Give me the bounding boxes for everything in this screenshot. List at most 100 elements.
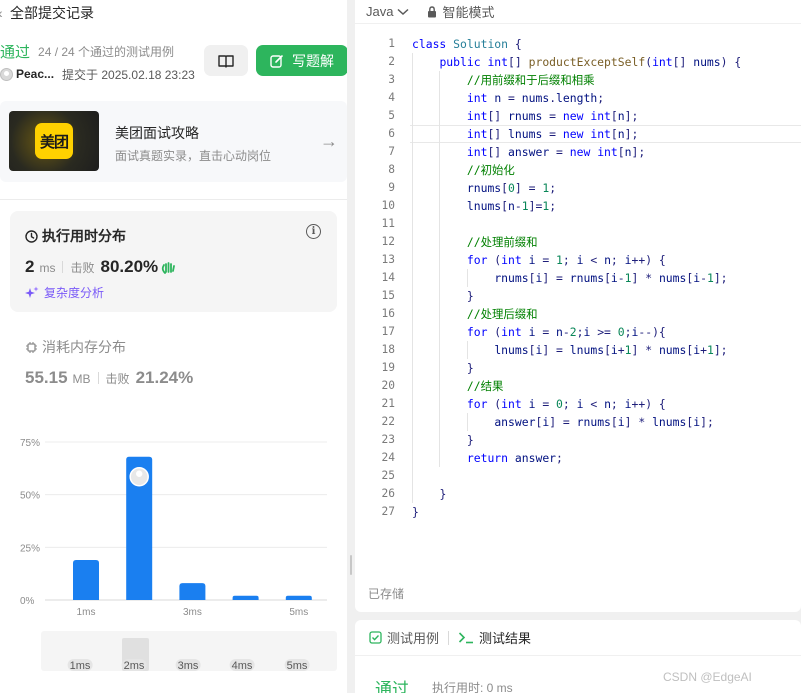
runtime-distribution-card[interactable]: 执行用时分布 i 2 ms 击败 80.20% 复杂度分析	[10, 211, 337, 312]
memory-title[interactable]: 消耗内存分布	[25, 337, 126, 357]
code-line[interactable]: 20 //结果	[355, 377, 801, 395]
result-status: 通过	[375, 680, 409, 693]
code-area[interactable]: 1 class Solution {2 public int[] productEx…	[355, 35, 801, 521]
ad-subtitle: 面试真题实录，直击心动岗位	[115, 149, 272, 163]
code-text: for (int i = 1; i < n; i++) {	[466, 253, 666, 267]
all-submissions-link[interactable]: 全部提交记录	[10, 3, 94, 23]
range-label: 1ms	[67, 659, 93, 672]
submit-time: 提交于 2025.02.18 23:23	[62, 67, 195, 82]
user-name[interactable]: Peac...	[16, 67, 54, 81]
runtime-value: 2	[25, 257, 35, 276]
code-line[interactable]: 27}	[355, 503, 801, 521]
code-line[interactable]: 5 int[] rnums = new int[n];	[355, 107, 801, 125]
tab-testcase-label: 测试用例	[387, 631, 440, 646]
edit-icon	[270, 54, 283, 68]
code-text: //处理后缀和	[466, 307, 538, 321]
code-editor: Java 智能模式 1 class Solution {2 public int[]…	[355, 0, 801, 612]
code-text: rnums[0] = 1;	[466, 181, 557, 195]
code-line[interactable]: 4 int n = nums.length;	[355, 89, 801, 107]
avatar[interactable]	[0, 67, 13, 81]
memory-value: 55.15	[25, 368, 68, 387]
language-selector[interactable]: Java	[366, 4, 409, 19]
info-icon[interactable]: i	[306, 224, 321, 239]
tab-test-result[interactable]: 测试结果	[458, 628, 531, 647]
indent-guide	[466, 341, 468, 359]
code-text: return answer;	[466, 451, 563, 465]
code-line[interactable]: 1 class Solution {	[355, 35, 801, 53]
code-line[interactable]: 17 for (int i = n-2;i >= 0;i--){	[355, 323, 801, 341]
code-text: }	[466, 289, 474, 303]
arrow-right-icon[interactable]: →	[320, 131, 338, 152]
line-number: 22	[381, 415, 395, 428]
code-line[interactable]: 16 //处理后缀和	[355, 305, 801, 323]
line-number: 12	[381, 235, 395, 248]
code-line[interactable]: 14 rnums[i] = rnums[i-1] * nums[i-1];	[355, 269, 801, 287]
code-text: answer[i] = rnums[i] * lnums[i];	[494, 415, 714, 429]
chart-bar[interactable]	[285, 595, 312, 600]
memory-beat-label: 击败	[105, 372, 130, 386]
chart-bar[interactable]	[73, 559, 99, 600]
sparkle-icon	[25, 286, 39, 298]
smart-mode-toggle[interactable]: 智能模式	[427, 2, 494, 21]
runtime-distribution-chart[interactable]: 0% 25% 50% 75% 1ms 3ms 5ms	[0, 430, 347, 625]
memory-title-text: 消耗内存分布	[42, 339, 126, 355]
write-solution-label: 写题解	[292, 52, 334, 69]
code-text: //处理前缀和	[466, 235, 538, 249]
code-line[interactable]: 10 lnums[n-1]=1;	[355, 197, 801, 215]
result-runtime: 执行用时: 0 ms	[432, 681, 513, 693]
indent-guide	[466, 269, 468, 287]
code-text: }	[439, 487, 447, 501]
complexity-analysis-link[interactable]: 复杂度分析	[25, 284, 104, 301]
ad-banner[interactable]: 美团 美团面试攻略 面试真题实录，直击心动岗位 →	[0, 101, 347, 182]
memory-beat-pct: 21.24%	[135, 368, 194, 387]
book-icon	[218, 54, 234, 68]
memory-unit: MB	[72, 372, 91, 386]
chart-bar[interactable]	[179, 583, 206, 600]
runtime-title-text: 执行用时分布	[42, 228, 126, 244]
line-number: 16	[381, 307, 395, 320]
write-solution-button[interactable]: 写题解	[256, 45, 347, 76]
code-text: }	[466, 361, 474, 375]
complexity-analysis-label: 复杂度分析	[44, 286, 105, 300]
code-line[interactable]: 11	[355, 215, 801, 233]
code-line[interactable]: 6 int[] lnums = new int[n];	[355, 125, 801, 143]
code-line[interactable]: 15}	[355, 287, 801, 305]
code-text: class Solution {	[412, 37, 522, 51]
code-line[interactable]: 3 //用前缀和于后缀和相乘	[355, 71, 801, 89]
solution-book-button[interactable]	[204, 45, 248, 76]
code-line[interactable]: 8 //初始化	[355, 161, 801, 179]
code-line[interactable]: 7 int[] answer = new int[n];	[355, 143, 801, 161]
mode-label: 智能模式	[442, 5, 495, 20]
y-tick-label: 0%	[20, 596, 35, 607]
tab-testcase[interactable]: 测试用例	[369, 628, 439, 647]
code-line[interactable]: 12 //处理前缀和	[355, 233, 801, 251]
code-line[interactable]: 24 return answer;	[355, 449, 801, 467]
code-line[interactable]: 25	[355, 467, 801, 485]
runtime-unit: ms	[39, 261, 56, 275]
code-line[interactable]: 26}	[355, 485, 801, 503]
app-root: ‹ 全部提交记录 通过 24 / 24 个通过的测试用例 Peac... 提交于…	[0, 0, 801, 693]
chevron-left-icon[interactable]: ‹	[0, 5, 10, 21]
tab-test-result-label: 测试结果	[479, 631, 532, 646]
line-number: 23	[381, 433, 395, 446]
code-line[interactable]: 9 rnums[0] = 1;	[355, 179, 801, 197]
code-text: //用前缀和于后缀和相乘	[466, 73, 595, 87]
code-line[interactable]: 21 for (int i = 0; i < n; i++) {	[355, 395, 801, 413]
code-line[interactable]: 19}	[355, 359, 801, 377]
code-line[interactable]: 2 public int[] productExceptSelf(int[] nu…	[355, 53, 801, 71]
chart-bar[interactable]	[232, 595, 259, 600]
code-line[interactable]: 18 lnums[i] = lnums[i+1] * nums[i+1];	[355, 341, 801, 359]
submitter-row: Peac... 提交于 2025.02.18 23:23	[0, 64, 195, 84]
range-label: 5ms	[284, 659, 310, 672]
panel-splitter[interactable]	[347, 0, 355, 693]
ad-title: 美团面试攻略	[115, 125, 199, 141]
code-line[interactable]: 23}	[355, 431, 801, 449]
chart-range-slider[interactable]: 1ms 2ms 3ms 4ms 5ms	[41, 631, 337, 672]
indent-guide	[466, 413, 468, 431]
code-line[interactable]: 13 for (int i = 1; i < n; i++) {	[355, 251, 801, 269]
submission-detail-panel: ‹ 全部提交记录 通过 24 / 24 个通过的测试用例 Peac... 提交于…	[0, 0, 347, 693]
divider	[0, 199, 347, 200]
runtime-beat-pct: 80.20%	[100, 257, 159, 276]
code-line[interactable]: 22 answer[i] = rnums[i] * lnums[i];	[355, 413, 801, 431]
line-number: 24	[381, 451, 395, 464]
